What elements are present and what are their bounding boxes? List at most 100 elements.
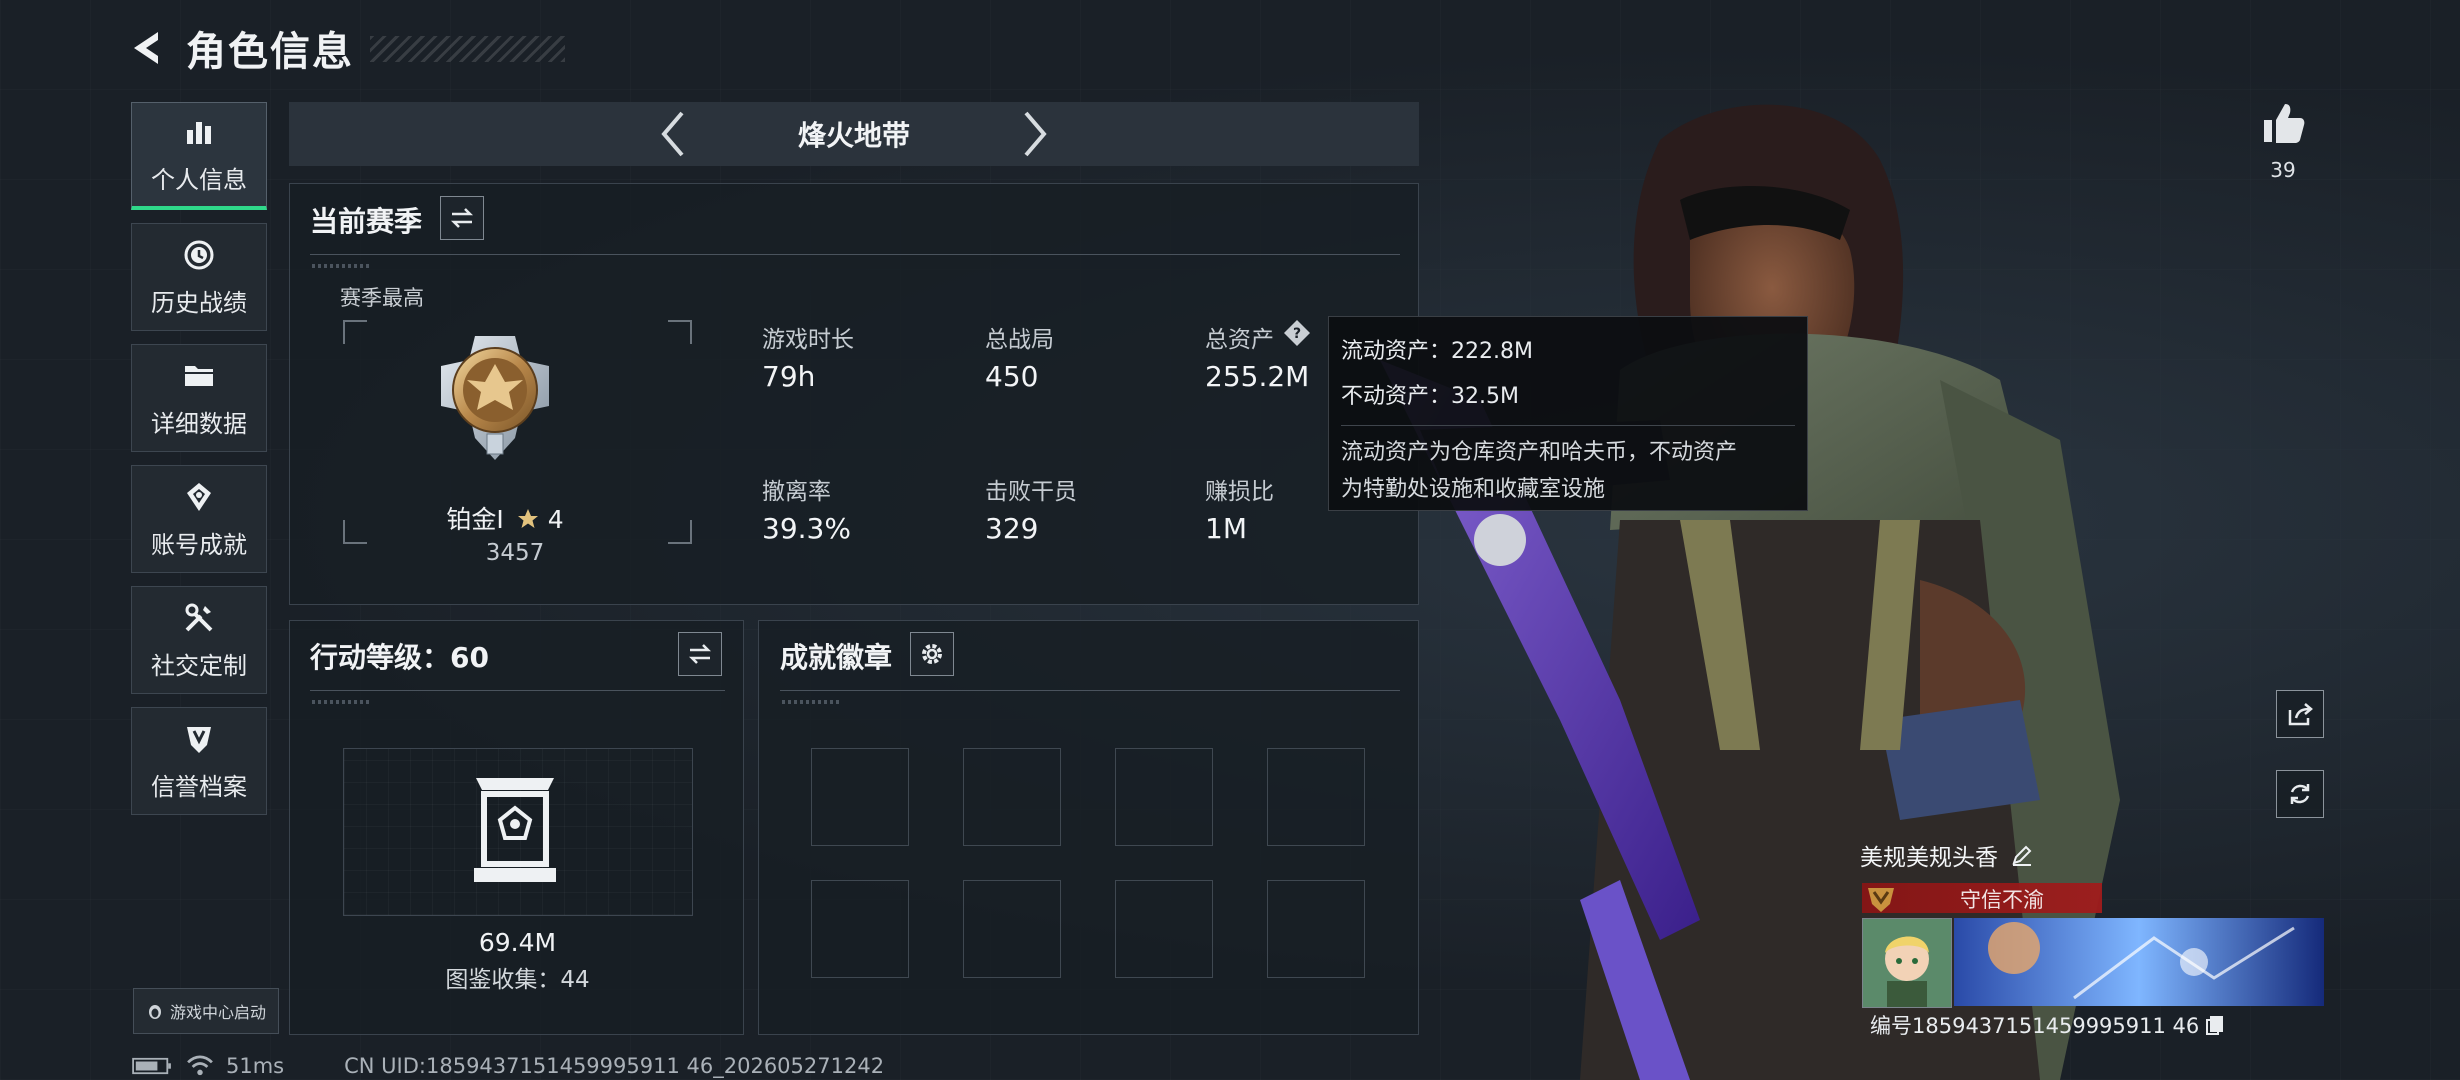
- sidebar: 个人信息 历史战绩 详细数据 账号成就 社交定制 信誉档案: [131, 102, 269, 828]
- badge-slot[interactable]: [811, 748, 909, 846]
- frame-corner: [343, 320, 367, 344]
- action-level-switch-button[interactable]: [678, 632, 722, 676]
- frame-corner: [343, 520, 367, 544]
- shield-badge-icon: [187, 726, 211, 753]
- share-icon: [2288, 703, 2313, 726]
- season-best-label: 赛季最高: [340, 286, 424, 310]
- avatar[interactable]: [1862, 918, 1952, 1008]
- rank-score: 3457: [485, 540, 545, 566]
- action-level-title: 行动等级：60: [310, 641, 489, 674]
- back-arrow-icon[interactable]: [128, 28, 168, 68]
- stat-label: 击败干员: [985, 479, 1077, 505]
- sidebar-item-personal-info[interactable]: 个人信息: [131, 102, 267, 210]
- player-id-row: 编号1859437151459995911 46: [1870, 1010, 2225, 1040]
- refresh-icon: [2290, 784, 2310, 804]
- collection-value: 69.4M: [478, 928, 557, 957]
- sidebar-item-history[interactable]: 历史战绩: [131, 223, 267, 331]
- edit-icon[interactable]: [2010, 843, 2034, 867]
- penguin-icon: [148, 1005, 161, 1019]
- mode-selector: 烽火地带: [289, 102, 1419, 166]
- stat-value: 450: [985, 360, 1039, 393]
- stat-label: 总资产: [1205, 327, 1274, 353]
- like-button[interactable]: 39: [2258, 98, 2308, 182]
- folder-icon: [185, 365, 213, 386]
- page-title: 角色信息: [186, 29, 354, 75]
- stat-value: 1M: [1205, 512, 1247, 545]
- stat-value: 79h: [762, 360, 816, 393]
- deco-ticks: [312, 264, 372, 268]
- ping: 51ms: [226, 1054, 285, 1078]
- wifi-icon: [187, 1055, 213, 1076]
- title-decoration: [370, 36, 565, 62]
- status-bar: 51ms CN UID:1859437151459995911 46_20260…: [132, 1052, 884, 1080]
- sidebar-item-details[interactable]: 详细数据: [131, 344, 267, 452]
- badge-slot[interactable]: [1115, 880, 1213, 978]
- stat-label: 游戏时长: [762, 327, 854, 353]
- chevron-left-icon[interactable]: [658, 109, 688, 159]
- tooltip-desc-line: 流动资产为仓库资产和哈夫币，不动资产: [1341, 440, 1738, 465]
- share-button[interactable]: [2276, 690, 2324, 738]
- sidebar-item-label: 信誉档案: [151, 772, 247, 801]
- game-center-launch-button[interactable]: 游戏中心启动: [133, 988, 279, 1034]
- divider: [1341, 425, 1795, 426]
- stat-label: 赚损比: [1205, 479, 1274, 505]
- badge-slot[interactable]: [1115, 748, 1213, 846]
- copy-icon[interactable]: [2205, 1014, 2225, 1036]
- tools-icon: [185, 603, 213, 631]
- credit-label: 守信不渝: [1960, 888, 2044, 912]
- sidebar-item-achievements[interactable]: 账号成就: [131, 465, 267, 573]
- battery-icon: [132, 1057, 171, 1075]
- frame-corner: [668, 520, 692, 544]
- gear-icon: [922, 644, 942, 664]
- stat-value: 255.2M: [1205, 360, 1310, 393]
- like-count: 39: [2270, 158, 2296, 182]
- stat-label: 总战局: [985, 327, 1054, 353]
- sidebar-item-social[interactable]: 社交定制: [131, 586, 267, 694]
- sidebar-item-credit[interactable]: 信誉档案: [131, 707, 267, 815]
- divider: [780, 690, 1400, 691]
- player-name: 美规美规头香: [1860, 845, 1998, 871]
- season-switch-button[interactable]: [440, 196, 484, 240]
- swap-icon: [688, 644, 712, 664]
- help-icon[interactable]: ?: [1282, 318, 1312, 348]
- badge-slot[interactable]: [963, 880, 1061, 978]
- tooltip-desc-line: 为特勤处设施和收藏室设施: [1341, 477, 1606, 502]
- svg-text:?: ?: [1293, 326, 1301, 342]
- sidebar-item-label: 个人信息: [151, 166, 247, 194]
- liquid-assets: 流动资产：222.8M: [1341, 339, 1533, 364]
- bar-chart-icon: [187, 122, 211, 144]
- sidebar-item-label: 账号成就: [151, 530, 247, 559]
- divider: [310, 254, 1400, 255]
- divider: [310, 690, 725, 691]
- badges-title: 成就徽章: [780, 641, 893, 674]
- assets-tooltip: 流动资产：222.8M 不动资产：32.5M 流动资产为仓库资产和哈夫币，不动资…: [1328, 316, 1808, 511]
- badge-slot[interactable]: [1267, 748, 1365, 846]
- header: 角色信息: [128, 20, 354, 76]
- badge-slot[interactable]: [1267, 880, 1365, 978]
- rank-line: 铂金I 4: [440, 500, 570, 536]
- mode-name: 烽火地带: [797, 119, 910, 152]
- fixed-assets: 不动资产：32.5M: [1341, 384, 1519, 409]
- badges-settings-button[interactable]: [910, 632, 954, 676]
- player-id: 编号1859437151459995911 46: [1870, 1014, 2200, 1038]
- cn-uid: CN UID:1859437151459995911 46_2026052712…: [344, 1054, 885, 1078]
- player-name-row: 美规美规头香: [1860, 838, 2034, 872]
- refresh-button[interactable]: [2276, 770, 2324, 818]
- profile-banner: [1954, 918, 2324, 1006]
- rank-name: 铂金I: [446, 505, 504, 534]
- thumbs-up-icon: [2264, 104, 2305, 143]
- badge-slot[interactable]: [963, 748, 1061, 846]
- collection-display-icon: [474, 778, 556, 882]
- stat-value: 329: [985, 512, 1039, 545]
- history-clock-icon: [184, 240, 214, 269]
- badge-slot[interactable]: [811, 880, 909, 978]
- sidebar-item-label: 详细数据: [151, 409, 247, 438]
- rank-medal-icon: [441, 336, 549, 460]
- chevron-right-icon[interactable]: [1020, 109, 1050, 159]
- stat-value: 39.3%: [762, 512, 851, 545]
- sidebar-item-label: 社交定制: [151, 651, 247, 680]
- credit-rank-icon: [1868, 888, 1894, 912]
- sidebar-item-label: 历史战绩: [151, 288, 247, 317]
- swap-icon: [450, 208, 474, 228]
- star-icon: [517, 509, 538, 528]
